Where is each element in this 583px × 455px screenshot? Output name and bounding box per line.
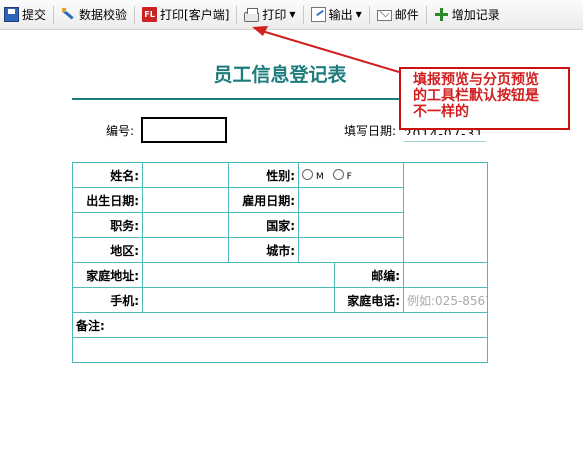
table-row: 家庭地址: 邮编:	[72, 262, 488, 288]
validate-label: 数据校验	[79, 8, 128, 22]
city-label: 城市:	[228, 237, 299, 263]
job-title-field[interactable]	[142, 212, 229, 238]
toolbar-separator	[368, 5, 370, 24]
table-row: 手机: 家庭电话: 例如:025-85679591	[72, 287, 488, 313]
region-label: 地区:	[72, 237, 143, 263]
validate-icon	[61, 7, 76, 22]
address-label: 家庭地址:	[72, 262, 143, 288]
table-row	[72, 337, 488, 363]
number-field[interactable]	[141, 117, 227, 143]
submit-label: 提交	[22, 8, 47, 22]
birth-date-field[interactable]	[142, 187, 229, 213]
zip-field[interactable]	[403, 262, 488, 288]
toolbar-separator	[236, 5, 238, 24]
job-title-label: 职务:	[72, 212, 143, 238]
name-field[interactable]	[142, 162, 229, 188]
employee-form-table: 姓名: 性别: M F 出生日期: 雇用日期: 职务: 国家: 地区: 城市: …	[72, 162, 488, 363]
table-row: 姓名: 性别: M F	[72, 162, 488, 263]
home-phone-label: 家庭电话:	[334, 287, 404, 313]
remark-field[interactable]	[72, 337, 488, 363]
export-icon	[310, 7, 326, 22]
gender-label: 性别:	[228, 162, 299, 188]
country-label: 国家:	[228, 212, 299, 238]
toolbar-separator	[53, 5, 55, 24]
gender-radio-f[interactable]	[332, 169, 344, 180]
add-record-button[interactable]: 增加记录	[430, 3, 504, 27]
save-icon	[4, 7, 19, 22]
gender-radio-m[interactable]	[302, 169, 313, 180]
print-label: 打印	[262, 8, 287, 22]
validate-button[interactable]: 数据校验	[57, 3, 131, 27]
toolbar-separator	[425, 5, 427, 24]
fill-date-underline	[404, 141, 486, 142]
annotation-callout: 填报预览与分页预览 的工具栏默认按钮是 不一样的	[399, 67, 570, 130]
mail-icon	[376, 10, 392, 21]
print-button[interactable]: 打印 ▼	[240, 3, 299, 27]
name-label: 姓名:	[72, 162, 143, 188]
toolbar: 提交 数据校验 FL 打印[客户端] 打印 ▼ 输出 ▼ 邮件 增加记录	[0, 0, 583, 30]
gender-option-f: F	[346, 172, 352, 182]
add-record-label: 增加记录	[451, 8, 500, 22]
hire-date-label: 雇用日期:	[228, 187, 299, 213]
city-field[interactable]	[298, 237, 404, 263]
chevron-down-icon: ▼	[355, 10, 362, 19]
remark-label: 备注:	[72, 312, 488, 338]
photo-cell	[403, 162, 488, 263]
gender-radio-group: M F	[298, 162, 404, 188]
home-phone-field[interactable]: 例如:025-85679591	[403, 287, 488, 313]
country-field[interactable]	[298, 212, 404, 238]
export-button[interactable]: 输出 ▼	[307, 3, 366, 27]
table-row: 备注:	[72, 312, 488, 338]
client-print-button[interactable]: FL 打印[客户端]	[138, 3, 233, 27]
export-label: 输出	[328, 8, 353, 22]
hire-date-field[interactable]	[298, 187, 404, 213]
mobile-label: 手机:	[72, 287, 143, 313]
mobile-field[interactable]	[142, 287, 335, 313]
gender-option-m: M	[316, 172, 324, 182]
printer-icon	[244, 7, 260, 22]
toolbar-separator	[134, 5, 136, 24]
submit-button[interactable]: 提交	[0, 3, 50, 27]
zip-label: 邮编:	[334, 262, 404, 288]
address-field[interactable]	[142, 262, 335, 288]
birth-date-label: 出生日期:	[72, 187, 143, 213]
region-field[interactable]	[142, 237, 229, 263]
chevron-down-icon: ▼	[289, 10, 296, 19]
mail-button[interactable]: 邮件	[373, 3, 423, 27]
mail-label: 邮件	[394, 8, 419, 22]
client-print-icon: FL	[142, 7, 158, 22]
client-print-label: 打印[客户端]	[160, 8, 230, 22]
fill-date-label: 填写日期:	[344, 124, 397, 138]
add-record-icon	[434, 7, 449, 22]
number-label: 编号:	[106, 124, 135, 138]
toolbar-separator	[302, 5, 304, 24]
